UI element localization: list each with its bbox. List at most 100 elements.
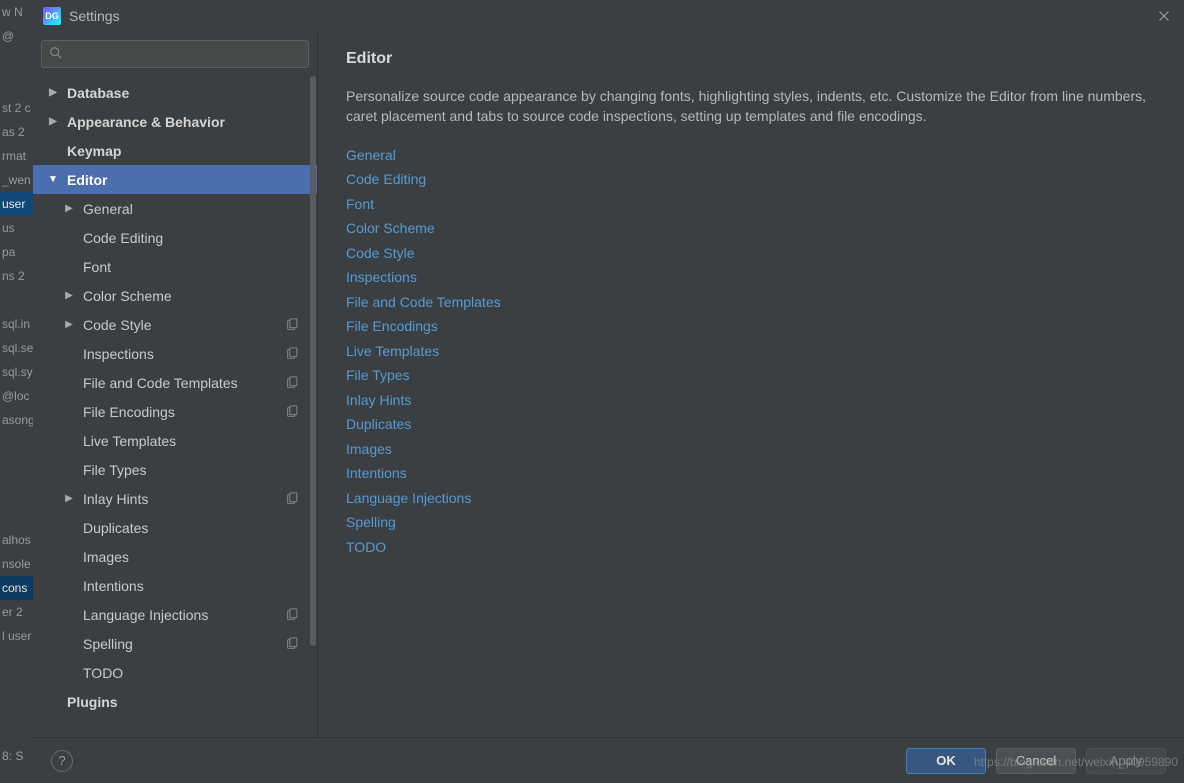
bg-row: st 2 c: [0, 96, 33, 120]
chevron-icon: ▶: [47, 116, 59, 127]
titlebar: DG Settings: [33, 0, 1184, 32]
bg-row: w N: [0, 0, 33, 24]
copy-icon: [285, 347, 299, 361]
tree-item-label: Code Style: [83, 317, 151, 333]
chevron-icon: ▶: [47, 87, 59, 98]
bg-row: pa: [0, 240, 33, 264]
tree-item-label: File Encodings: [83, 404, 175, 420]
tree-item-images[interactable]: Images: [33, 542, 317, 571]
bg-row: [0, 648, 33, 672]
link-duplicates[interactable]: Duplicates: [346, 412, 1156, 437]
link-font[interactable]: Font: [346, 192, 1156, 217]
ok-button[interactable]: OK: [906, 748, 986, 774]
link-inspections[interactable]: Inspections: [346, 265, 1156, 290]
page-description: Personalize source code appearance by ch…: [346, 86, 1146, 127]
link-file-encodings[interactable]: File Encodings: [346, 314, 1156, 339]
bg-row: @loc: [0, 384, 33, 408]
tree-item-label: General: [83, 201, 133, 217]
tree-item-label: Inlay Hints: [83, 491, 148, 507]
bg-row: [0, 432, 33, 456]
bg-row: _wen: [0, 168, 33, 192]
tree-item-keymap[interactable]: Keymap: [33, 136, 317, 165]
link-file-types[interactable]: File Types: [346, 363, 1156, 388]
copy-icon: [285, 318, 299, 332]
tree-item-label: Keymap: [67, 143, 121, 159]
tree-item-color-scheme[interactable]: ▶Color Scheme: [33, 281, 317, 310]
tree-item-spelling[interactable]: Spelling: [33, 629, 317, 658]
tree-item-label: Images: [83, 549, 129, 565]
bg-row: alhos: [0, 528, 33, 552]
close-icon[interactable]: [1154, 6, 1174, 26]
tree-item-file-encodings[interactable]: File Encodings: [33, 397, 317, 426]
tree-item-label: Editor: [67, 172, 107, 188]
link-code-editing[interactable]: Code Editing: [346, 167, 1156, 192]
link-color-scheme[interactable]: Color Scheme: [346, 216, 1156, 241]
cancel-button[interactable]: Cancel: [996, 748, 1076, 774]
tree-item-label: Font: [83, 259, 111, 275]
bg-row: sql.se: [0, 336, 33, 360]
tree-item-editor[interactable]: ▼Editor: [33, 165, 317, 194]
dialog-body: ▶Database▶Appearance & BehaviorKeymap▼Ed…: [33, 32, 1184, 737]
link-intentions[interactable]: Intentions: [346, 461, 1156, 486]
apply-button[interactable]: Apply: [1086, 748, 1166, 774]
bg-row: sql.sy: [0, 360, 33, 384]
link-spelling[interactable]: Spelling: [346, 510, 1156, 535]
tree-item-language-injections[interactable]: Language Injections: [33, 600, 317, 629]
subpage-links: GeneralCode EditingFontColor SchemeCode …: [346, 143, 1156, 560]
tree-item-label: TODO: [83, 665, 123, 681]
bg-row: [0, 720, 33, 744]
link-language-injections[interactable]: Language Injections: [346, 486, 1156, 511]
tree-item-code-editing[interactable]: Code Editing: [33, 223, 317, 252]
tree-item-database[interactable]: ▶Database: [33, 78, 317, 107]
bg-row: cons: [0, 576, 33, 600]
app-icon: DG: [43, 7, 61, 25]
link-code-style[interactable]: Code Style: [346, 241, 1156, 266]
settings-tree: ▶Database▶Appearance & BehaviorKeymap▼Ed…: [33, 72, 317, 737]
copy-icon: [285, 492, 299, 506]
bg-row: [0, 480, 33, 504]
tree-item-live-templates[interactable]: Live Templates: [33, 426, 317, 455]
tree-item-file-types[interactable]: File Types: [33, 455, 317, 484]
tree-item-plugins[interactable]: Plugins: [33, 687, 317, 716]
tree-item-label: Intentions: [83, 578, 144, 594]
bg-row: us: [0, 216, 33, 240]
link-live-templates[interactable]: Live Templates: [346, 339, 1156, 364]
bg-row: [0, 288, 33, 312]
link-file-and-code-templates[interactable]: File and Code Templates: [346, 290, 1156, 315]
chevron-icon: ▶: [63, 203, 75, 214]
bg-row: er 2: [0, 600, 33, 624]
tree-item-inlay-hints[interactable]: ▶ Inlay Hints: [33, 484, 317, 513]
copy-icon: [285, 405, 299, 419]
tree-item-duplicates[interactable]: Duplicates: [33, 513, 317, 542]
tree-item-label: Color Scheme: [83, 288, 172, 304]
tree-item-label: Spelling: [83, 636, 133, 652]
tree-scrollbar[interactable]: [309, 76, 317, 696]
tree-item-intentions[interactable]: Intentions: [33, 571, 317, 600]
chevron-icon: ▶: [63, 493, 75, 504]
bg-row: [0, 504, 33, 528]
page-title: Editor: [346, 50, 1156, 68]
link-todo[interactable]: TODO: [346, 535, 1156, 560]
bg-row: [0, 48, 33, 72]
tree-item-font[interactable]: Font: [33, 252, 317, 281]
bg-row: l user: [0, 624, 33, 648]
link-images[interactable]: Images: [346, 437, 1156, 462]
tree-item-code-style[interactable]: ▶Code Style: [33, 310, 317, 339]
dialog-title: Settings: [69, 8, 1154, 24]
tree-item-file-and-code-templates[interactable]: File and Code Templates: [33, 368, 317, 397]
tree-item-label: Appearance & Behavior: [67, 114, 225, 130]
tree-item-todo[interactable]: TODO: [33, 658, 317, 687]
bg-row: [0, 72, 33, 96]
help-button[interactable]: ?: [51, 750, 73, 772]
bg-row: ns 2: [0, 264, 33, 288]
link-general[interactable]: General: [346, 143, 1156, 168]
link-inlay-hints[interactable]: Inlay Hints: [346, 388, 1156, 413]
bg-row: [0, 672, 33, 696]
bg-row: [0, 456, 33, 480]
background-project-tree: w N @st 2 cas 2rmat_wenuser us pans 2sql…: [0, 0, 33, 783]
tree-item-general[interactable]: ▶ General: [33, 194, 317, 223]
search-input[interactable]: [41, 40, 309, 68]
settings-content: Editor Personalize source code appearanc…: [318, 32, 1184, 737]
tree-item-inspections[interactable]: Inspections: [33, 339, 317, 368]
tree-item-appearance-behavior[interactable]: ▶ Appearance & Behavior: [33, 107, 317, 136]
